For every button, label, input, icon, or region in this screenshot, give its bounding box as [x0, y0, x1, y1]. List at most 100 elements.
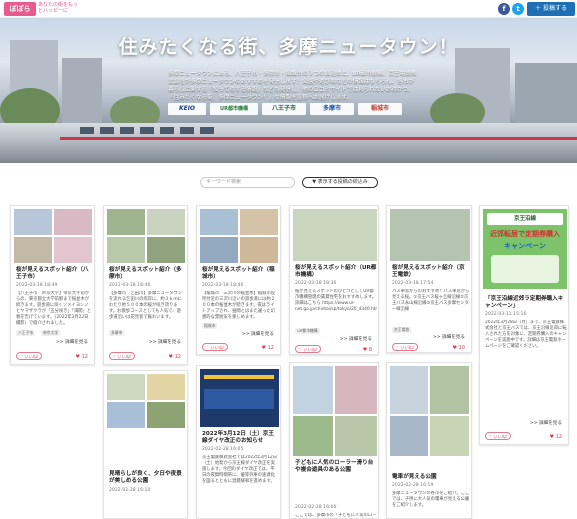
like-button[interactable]: ♡ いいね! [202, 343, 228, 351]
post-title[interactable]: 桜が見えるスポット紹介（京王電鉄） [392, 265, 470, 279]
hero-title: 住みたくなる街、多摩ニュータウン！ [118, 36, 459, 58]
post-photo[interactable] [293, 366, 333, 414]
post-date: 2022-03-11 15:16 [485, 312, 527, 317]
like-label: いいね! [400, 345, 415, 350]
post-photo[interactable] [54, 237, 92, 263]
train-window [80, 127, 94, 134]
post-tag[interactable]: UR都市機構 [295, 328, 320, 334]
like-count: ♥ 12 [261, 345, 274, 351]
post-card[interactable]: 桜が見えるスポット紹介（八王子市） 2022-03-18 18:49 【八王子市… [10, 205, 95, 365]
post-title[interactable]: 「京王沿線近郊ラ定期券購入キャンペーン」 [485, 296, 567, 310]
post-card[interactable]: 桜が見えるスポット紹介（UR都市機構） 2022-03-18 18:36 桜が見… [289, 205, 379, 355]
post-photo[interactable] [147, 402, 185, 428]
post-tag[interactable]: 多摩市 [109, 330, 125, 336]
post-tag[interactable]: 京王電鉄 [392, 327, 412, 333]
post-body: ここでは、多摩市の「子どもに人気のローラー滑り台」 [295, 513, 377, 518]
campaign-banner[interactable]: 京王沿線 近郊転居で定期券購入 キャンペーン [483, 209, 567, 289]
post-card[interactable]: 京王沿線 近郊転居で定期券購入 キャンペーン 「京王沿線近郊ラ定期券購入キャンペ… [479, 205, 569, 445]
like-button[interactable]: ♡ いいね! [109, 352, 135, 360]
train-window [120, 127, 134, 134]
post-photo[interactable] [200, 369, 279, 427]
post-photo[interactable] [107, 237, 145, 263]
post-title[interactable]: 桜が見えるスポット紹介（八王子市） [16, 267, 92, 281]
keio-logo[interactable]: KEIO [168, 103, 206, 115]
post-title[interactable]: 子どもに人気のローラー滑り台や複合遊具のある公園 [295, 460, 377, 474]
post-card[interactable]: 2022年3月12日（土）京王線ダイヤ改正のお知らせ 2022-02-28 16… [196, 365, 281, 519]
train-stripe [60, 137, 577, 140]
ur-logo[interactable]: UR都市機構 [210, 103, 258, 115]
detail-link[interactable]: >> 詳細を見る [149, 339, 181, 345]
post-title[interactable]: 見晴らしが良く、夕日や夜景が美しめる公園 [109, 471, 185, 485]
post-button[interactable]: ＋ 投稿する [527, 2, 575, 16]
post-photo[interactable] [14, 237, 52, 263]
top-bar: ぽぽら あなたの街をもっとハッピーに f t ＋ 投稿する [0, 0, 577, 18]
post-photo[interactable] [293, 416, 333, 456]
post-photo[interactable] [107, 402, 145, 428]
post-card[interactable]: 桜が見えるスポット紹介（京王電鉄） 2022-03-18 17:54 バス車窓か… [386, 205, 472, 353]
post-photo[interactable] [200, 209, 238, 235]
detail-link[interactable]: >> 詳細を見る [340, 336, 372, 342]
post-card[interactable]: 子どもに人気のローラー滑り台や複合遊具のある公園 2022-02-28 16:0… [289, 362, 379, 519]
detail-link[interactable]: >> 詳細を見る [242, 331, 274, 337]
like-count: ♥ 12 [75, 354, 88, 360]
site-logo[interactable]: ぽぽら [4, 2, 36, 16]
like-label: いいね! [24, 354, 39, 359]
like-button[interactable]: ♡ いいね! [485, 432, 511, 440]
post-tag[interactable]: 稲城市 [202, 323, 218, 329]
post-photo[interactable] [390, 416, 428, 456]
post-card[interactable]: 見晴らしが良く、夕日や夜景が美しめる公園 2022-02-28 16:10 [103, 370, 188, 519]
post-tag[interactable]: 八王子市 [16, 330, 36, 336]
post-tag[interactable]: 帝京大学 [41, 330, 61, 336]
post-date: 2022-03-18 18:49 [16, 283, 58, 288]
detail-link[interactable]: >> 詳細を見る [433, 334, 465, 340]
like-count-value: 12 [174, 354, 181, 360]
post-photo[interactable] [200, 237, 238, 263]
post-card[interactable]: 桜が見えるスポット紹介（稲城市） 2022-03-18 18:40 【稲城市 三… [196, 205, 281, 355]
post-photo[interactable] [240, 237, 278, 263]
post-photo[interactable] [107, 209, 145, 235]
detail-link[interactable]: >> 詳細を見る [56, 339, 88, 345]
inagi-logo[interactable]: 稲城市 [358, 103, 402, 115]
hero-building [62, 58, 102, 123]
post-date: 2022-02-28 16:19 [392, 483, 434, 488]
post-photo[interactable] [147, 374, 185, 400]
search-input[interactable]: キーワード検索 [200, 177, 295, 188]
post-title[interactable]: 電車が見える公園 [392, 474, 470, 481]
post-photo[interactable] [335, 366, 377, 414]
post-card[interactable]: 桜が見えるスポット紹介（多摩市） 2022-03-18 18:46 【多摩市 乞… [103, 205, 188, 365]
filter-button[interactable]: ▼ 表示する投稿の絞込み [302, 177, 378, 188]
like-count-value: 12 [267, 345, 274, 351]
post-title[interactable]: 桜が見えるスポット紹介（UR都市機構） [295, 265, 377, 279]
post-photo[interactable] [54, 209, 92, 235]
like-button[interactable]: ♡ いいね! [295, 345, 321, 353]
post-photo[interactable] [335, 416, 377, 456]
post-photo[interactable] [240, 209, 278, 235]
post-photo[interactable] [430, 366, 469, 414]
campaign-banner-top: 京王沿線 [487, 213, 563, 225]
detail-link[interactable]: >> 詳細を見る [530, 420, 562, 426]
post-date: 2022-03-18 18:40 [202, 283, 244, 288]
post-body: 【多摩市 乞田川】多摩ニュータウンを流れる乞田川の両岸に、約３ｋｍにわたり約５０… [109, 291, 183, 320]
like-button[interactable]: ♡ いいね! [16, 352, 42, 360]
facebook-icon[interactable]: f [498, 3, 510, 15]
like-button[interactable]: ♡ いいね! [392, 343, 418, 351]
post-title[interactable]: 桜が見えるスポット紹介（多摩市） [109, 267, 185, 281]
post-photo[interactable] [390, 366, 428, 414]
post-photo[interactable] [390, 209, 470, 261]
twitter-icon[interactable]: t [512, 3, 524, 15]
post-photo[interactable] [14, 209, 52, 235]
post-photo[interactable] [430, 416, 469, 456]
post-photo[interactable] [293, 209, 377, 261]
post-photo[interactable] [147, 209, 185, 235]
post-title[interactable]: 2022年3月12日（土）京王線ダイヤ改正のお知らせ [202, 431, 278, 445]
post-photo[interactable] [107, 374, 145, 400]
post-card[interactable]: 電車が見える公園 2022-02-28 16:19 多摩ニュータウンの各市をご紹… [386, 362, 472, 519]
post-title[interactable]: 桜が見えるスポット紹介（稲城市） [202, 267, 278, 281]
tama-logo[interactable]: 多摩市 [310, 103, 354, 115]
filter-label: 表示する投稿の絞込み [317, 179, 368, 185]
post-body: 【稲城市 三沢川の桜並木】稲城市役所付近の三沢川沿いの遊歩道には約２００本の桜並… [202, 291, 276, 320]
post-body: 2022年3月28日（月）まで、京王電鉄株式会社と京王バスでは、京王沿線近郊に転… [485, 320, 567, 349]
post-photo[interactable] [147, 237, 185, 263]
hachioji-logo[interactable]: 八王子市 [262, 103, 306, 115]
campaign-banner-sub: キャンペーン [504, 242, 546, 250]
